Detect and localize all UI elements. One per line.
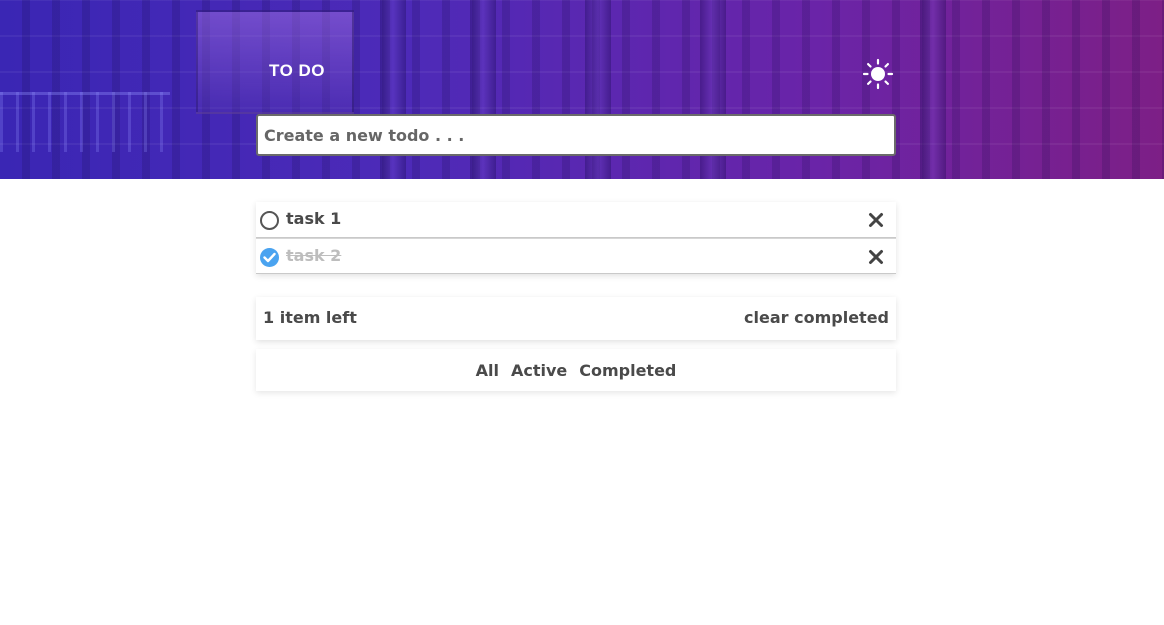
theme-toggle-button[interactable] — [862, 58, 894, 90]
app-title: TO DO — [269, 61, 326, 80]
clear-completed-button[interactable]: clear completed — [744, 308, 889, 327]
new-todo-input[interactable] — [256, 114, 896, 156]
todo-text[interactable]: task 1 — [286, 209, 341, 228]
items-left-count: 1 item left — [263, 308, 357, 327]
background-railing — [0, 92, 170, 152]
filter-completed[interactable]: Completed — [579, 361, 676, 380]
todo-footer: 1 item left clear completed — [256, 297, 896, 340]
close-icon — [869, 250, 883, 264]
todo-checkbox[interactable] — [260, 211, 279, 230]
close-icon — [869, 213, 883, 227]
sun-icon — [862, 58, 894, 90]
todo-list: task 1 task 2 — [256, 202, 896, 274]
filter-active[interactable]: Active — [511, 361, 567, 380]
header-background: TO DO — [0, 0, 1164, 179]
checkmark-icon — [263, 252, 276, 263]
filter-bar: All Active Completed — [256, 349, 896, 391]
todo-text[interactable]: task 2 — [286, 246, 341, 265]
delete-button[interactable] — [868, 212, 884, 228]
todo-item: task 2 — [256, 238, 896, 274]
todo-item: task 1 — [256, 202, 896, 238]
filter-all[interactable]: All — [476, 361, 499, 380]
delete-button[interactable] — [868, 249, 884, 265]
background-pillar — [920, 0, 946, 179]
todo-checkbox[interactable] — [260, 248, 279, 267]
